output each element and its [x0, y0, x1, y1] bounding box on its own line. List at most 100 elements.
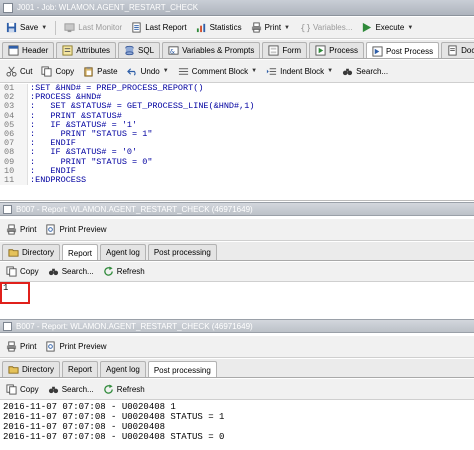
report-2-titlebar: B007 - Report: WLAMON.AGENT_RESTART_CHEC… [0, 319, 474, 333]
report-2-search-button[interactable]: Search... [44, 379, 98, 399]
object-tabs: Header Attributes SQL & Variables & Prom… [0, 40, 474, 59]
paste-button[interactable]: Paste [79, 60, 121, 82]
binoculars-icon [48, 386, 58, 393]
indent-block-button[interactable]: Indent Block ▼ [262, 60, 337, 82]
report-1-edit-toolbar: Copy Search... Refresh [0, 262, 474, 282]
copy-button[interactable]: Copy [37, 60, 78, 82]
report-2-tab-agent-log[interactable]: Agent log [100, 361, 146, 377]
report-1-output[interactable]: 1 [0, 283, 474, 318]
report-2-copy-button[interactable]: Copy [2, 379, 43, 399]
report-2-refresh-button[interactable]: Refresh [99, 379, 149, 399]
output-line: 1 [3, 283, 9, 293]
job-window-icon [3, 2, 13, 13]
folder-icon [8, 366, 19, 374]
database-icon [125, 45, 134, 56]
chevron-down-icon[interactable]: ▼ [327, 68, 333, 74]
copy-icon [6, 383, 17, 395]
undo-button[interactable]: Undo ▼ [123, 60, 173, 82]
scissors-icon [6, 66, 17, 77]
tab-process[interactable]: Process [309, 42, 364, 58]
print-preview-icon [46, 224, 56, 235]
cut-button[interactable]: Cut [2, 60, 36, 82]
report-2-tab-post-processing[interactable]: Post processing [147, 361, 217, 377]
report-2-tabs: Directory Report Agent log Post processi… [0, 359, 474, 378]
documentation-icon [448, 45, 457, 56]
edit-toolbar: Cut Copy Paste Undo ▼ Comment Block ▼ In… [0, 60, 474, 83]
main-toolbar: Save ▼ Last Monitor Last Report Statisti… [0, 17, 474, 39]
code-line: 11:ENDPROCESS [0, 175, 474, 186]
binoculars-icon [343, 68, 353, 75]
report-window-icon [3, 204, 12, 214]
copy-icon [6, 266, 17, 277]
report-1-tabs: Directory Report Agent log Post processi… [0, 242, 474, 261]
script-editor[interactable]: 01:SET &HND# = PREP_PROCESS_REPORT() 02:… [0, 83, 474, 201]
last-monitor-button[interactable]: Last Monitor [60, 17, 126, 38]
last-report-button[interactable]: Last Report [127, 17, 190, 38]
copy-icon [41, 65, 52, 77]
report-1-tab-directory[interactable]: Directory [2, 244, 61, 260]
tab-sql[interactable]: SQL [118, 42, 161, 58]
execute-play-icon [363, 22, 372, 33]
printer-icon [251, 22, 261, 33]
report-2-tab-report[interactable]: Report [62, 361, 99, 377]
tab-variables-prompts[interactable]: & Variables & Prompts [162, 42, 261, 58]
report-1-print-toolbar: Print Print Preview [0, 219, 474, 241]
output-line: 2016-11-07 07:07:08 - U0020408 1 [3, 402, 176, 412]
report-2-edit-toolbar: Copy Search... Refresh [0, 379, 474, 400]
report-1-print-preview-button[interactable]: Print Preview [41, 219, 110, 240]
report-2-print-preview-button[interactable]: Print Preview [41, 336, 110, 357]
tab-post-process[interactable]: Post Process [365, 42, 440, 58]
comment-block-button[interactable]: Comment Block ▼ [174, 60, 261, 82]
header-icon [8, 45, 19, 56]
report-1-print-button[interactable]: Print [2, 219, 40, 240]
output-line: 2016-11-07 07:07:08 - U0020408 STATUS = … [3, 412, 225, 422]
tab-attributes[interactable]: Attributes [56, 42, 117, 58]
report-1-tab-post-processing[interactable]: Post processing [147, 244, 217, 260]
execute-button[interactable]: Execute ▼ [357, 17, 417, 38]
report-1-tab-report[interactable]: Report [62, 244, 99, 260]
report-2-print-toolbar: Print Print Preview [0, 336, 474, 358]
statistics-icon [196, 23, 205, 33]
variables-icon: {} [300, 23, 310, 33]
print-preview-icon [46, 341, 56, 352]
undo-icon [126, 67, 136, 76]
comment-block-icon [178, 67, 188, 75]
chevron-down-icon[interactable]: ▼ [407, 25, 413, 31]
report-1-copy-button[interactable]: Copy [2, 262, 43, 281]
report-1-titlebar: B007 - Report: WLAMON.AGENT_RESTART_CHEC… [0, 202, 474, 216]
indent-icon [267, 67, 277, 75]
svg-text:{}: {} [300, 23, 310, 33]
save-button[interactable]: Save ▼ [2, 17, 51, 38]
statistics-button[interactable]: Statistics [192, 17, 246, 38]
report-2-print-button[interactable]: Print [2, 336, 40, 357]
print-button[interactable]: Print ▼ [247, 17, 294, 38]
variables-icon: & [168, 46, 179, 55]
chevron-down-icon[interactable]: ▼ [251, 68, 257, 74]
report-1-search-button[interactable]: Search... [44, 262, 98, 281]
monitor-icon [64, 23, 75, 33]
floppy-disk-icon [6, 22, 17, 33]
highlight-box [0, 282, 30, 304]
chevron-down-icon[interactable]: ▼ [163, 68, 169, 74]
variables-button[interactable]: {} Variables... [295, 17, 356, 38]
toolbar-separator [55, 20, 57, 35]
report-1-refresh-button[interactable]: Refresh [99, 262, 149, 281]
chevron-down-icon[interactable]: ▼ [284, 25, 290, 31]
chevron-down-icon[interactable]: ▼ [41, 25, 47, 31]
report-2-output[interactable]: 2016-11-07 07:07:08 - U0020408 1 2016-11… [0, 402, 474, 450]
refresh-icon [103, 266, 113, 276]
output-line: 2016-11-07 07:07:08 - U0020408 STATUS = … [3, 432, 225, 442]
clipboard-icon [84, 66, 93, 77]
binoculars-icon [48, 268, 58, 276]
process-icon [315, 45, 326, 56]
printer-icon [6, 224, 17, 235]
tab-header[interactable]: Header [2, 42, 55, 58]
tab-form[interactable]: Form [262, 42, 308, 58]
report-2-tab-directory[interactable]: Directory [2, 361, 61, 377]
search-button[interactable]: Search... [338, 60, 392, 82]
report-1-tab-agent-log[interactable]: Agent log [100, 244, 146, 260]
tab-documentation[interactable]: Documentatio [441, 42, 474, 58]
refresh-icon [103, 383, 113, 394]
window-titlebar: J001 - Job: WLAMON.AGENT_RESTART_CHECK [0, 0, 474, 16]
attributes-icon [62, 45, 73, 56]
